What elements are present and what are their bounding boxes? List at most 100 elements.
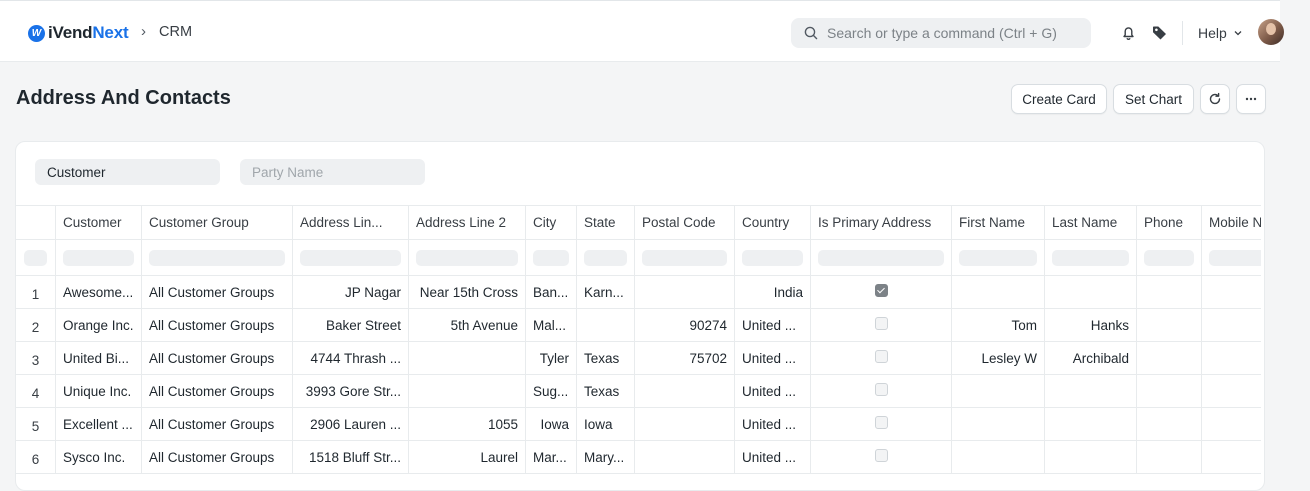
avatar[interactable]: [1258, 19, 1284, 45]
cell-state[interactable]: Karn...: [577, 276, 635, 308]
cell-city[interactable]: Iowa: [526, 408, 577, 440]
cell-customer[interactable]: Unique Inc.: [56, 375, 142, 407]
column-header[interactable]: Customer Group: [142, 206, 293, 239]
cell-mobile[interactable]: [1202, 342, 1261, 374]
create-card-button[interactable]: Create Card: [1011, 84, 1107, 114]
column-header[interactable]: Is Primary Address: [811, 206, 952, 239]
cell-city[interactable]: Mal...: [526, 309, 577, 341]
is-primary-cell[interactable]: [811, 408, 952, 440]
column-header[interactable]: Customer: [56, 206, 142, 239]
cell-first[interactable]: Tom: [952, 309, 1045, 341]
cell-phone[interactable]: [1137, 441, 1202, 473]
cell-line1[interactable]: 3993 Gore Str...: [293, 375, 409, 407]
is-primary-cell[interactable]: [811, 342, 952, 374]
column-filter-input[interactable]: [577, 240, 635, 275]
is-primary-checkbox[interactable]: [874, 449, 888, 462]
is-primary-cell[interactable]: [811, 276, 952, 308]
column-header[interactable]: Address Line 2: [409, 206, 526, 239]
cell-group[interactable]: All Customer Groups: [142, 342, 293, 374]
table-row[interactable]: 6 Sysco Inc. All Customer Groups 1518 Bluff…: [16, 441, 1261, 474]
cell-first[interactable]: [952, 276, 1045, 308]
cell-country[interactable]: United ...: [735, 342, 811, 374]
column-filter-input[interactable]: [735, 240, 811, 275]
customer-filter[interactable]: Customer: [35, 159, 220, 185]
column-filter-input[interactable]: [1045, 240, 1137, 275]
cell-customer[interactable]: United Bi...: [56, 342, 142, 374]
cell-phone[interactable]: [1137, 375, 1202, 407]
cell-first[interactable]: Lesley W: [952, 342, 1045, 374]
cell-group[interactable]: All Customer Groups: [142, 441, 293, 473]
cell-postal[interactable]: 75702: [635, 342, 735, 374]
cell-phone[interactable]: [1137, 408, 1202, 440]
column-header[interactable]: Mobile N: [1202, 206, 1261, 239]
cell-line1[interactable]: JP Nagar: [293, 276, 409, 308]
cell-group[interactable]: All Customer Groups: [142, 309, 293, 341]
cell-line2[interactable]: [409, 375, 526, 407]
cell-phone[interactable]: [1137, 309, 1202, 341]
search-input[interactable]: [827, 25, 1077, 41]
more-options-button[interactable]: [1236, 84, 1266, 114]
cell-last[interactable]: Archibald: [1045, 342, 1137, 374]
column-header[interactable]: Last Name: [1045, 206, 1137, 239]
is-primary-cell[interactable]: [811, 309, 952, 341]
is-primary-cell[interactable]: [811, 375, 952, 407]
cell-postal[interactable]: [635, 441, 735, 473]
cell-customer[interactable]: Excellent ...: [56, 408, 142, 440]
table-row[interactable]: 1 Awesome... All Customer Groups JP Nagar Ne…: [16, 276, 1261, 309]
party-name-filter[interactable]: Party Name: [240, 159, 425, 185]
cell-first[interactable]: [952, 408, 1045, 440]
cell-city[interactable]: Mar...: [526, 441, 577, 473]
cell-customer[interactable]: Sysco Inc.: [56, 441, 142, 473]
column-header[interactable]: First Name: [952, 206, 1045, 239]
column-filter-input[interactable]: [811, 240, 952, 275]
column-filter-input[interactable]: [293, 240, 409, 275]
cell-customer[interactable]: Awesome...: [56, 276, 142, 308]
cell-phone[interactable]: [1137, 342, 1202, 374]
column-filter-input[interactable]: [409, 240, 526, 275]
column-header[interactable]: Address Lin...: [293, 206, 409, 239]
help-dropdown[interactable]: Help: [1198, 25, 1243, 41]
cell-mobile[interactable]: [1202, 309, 1261, 341]
cell-line1[interactable]: Baker Street: [293, 309, 409, 341]
cell-line1[interactable]: 1518 Bluff Str...: [293, 441, 409, 473]
cell-group[interactable]: All Customer Groups: [142, 276, 293, 308]
cell-last[interactable]: [1045, 375, 1137, 407]
column-filter-input[interactable]: [1202, 240, 1261, 275]
cell-postal[interactable]: [635, 276, 735, 308]
column-filter-input[interactable]: [526, 240, 577, 275]
app-logo[interactable]: W iVendNext: [28, 23, 129, 43]
cell-state[interactable]: Texas: [577, 375, 635, 407]
set-chart-button[interactable]: Set Chart: [1113, 84, 1194, 114]
cell-last[interactable]: [1045, 441, 1137, 473]
cell-line2[interactable]: [409, 342, 526, 374]
table-row[interactable]: 2 Orange Inc. All Customer Groups Baker Str…: [16, 309, 1261, 342]
cell-line2[interactable]: Near 15th Cross: [409, 276, 526, 308]
cell-line2[interactable]: 1055: [409, 408, 526, 440]
cell-state[interactable]: Texas: [577, 342, 635, 374]
table-row[interactable]: 4 Unique Inc. All Customer Groups 3993 Gore…: [16, 375, 1261, 408]
cell-customer[interactable]: Orange Inc.: [56, 309, 142, 341]
cell-postal[interactable]: [635, 408, 735, 440]
refresh-button[interactable]: [1200, 84, 1230, 114]
cell-mobile[interactable]: [1202, 441, 1261, 473]
is-primary-checkbox[interactable]: [874, 284, 888, 297]
column-header[interactable]: State: [577, 206, 635, 239]
cell-last[interactable]: Hanks: [1045, 309, 1137, 341]
is-primary-cell[interactable]: [811, 441, 952, 473]
column-filter-input[interactable]: [952, 240, 1045, 275]
column-header[interactable]: City: [526, 206, 577, 239]
cell-first[interactable]: [952, 375, 1045, 407]
is-primary-checkbox[interactable]: [874, 383, 888, 396]
cell-last[interactable]: [1045, 276, 1137, 308]
column-filter-input[interactable]: [635, 240, 735, 275]
cell-group[interactable]: All Customer Groups: [142, 408, 293, 440]
cell-state[interactable]: Iowa: [577, 408, 635, 440]
cell-mobile[interactable]: [1202, 276, 1261, 308]
cell-line1[interactable]: 4744 Thrash ...: [293, 342, 409, 374]
column-filter-input[interactable]: [56, 240, 142, 275]
column-header[interactable]: Country: [735, 206, 811, 239]
cell-line2[interactable]: 5th Avenue: [409, 309, 526, 341]
cell-state[interactable]: Mary...: [577, 441, 635, 473]
cell-city[interactable]: Sug...: [526, 375, 577, 407]
cell-country[interactable]: United ...: [735, 408, 811, 440]
